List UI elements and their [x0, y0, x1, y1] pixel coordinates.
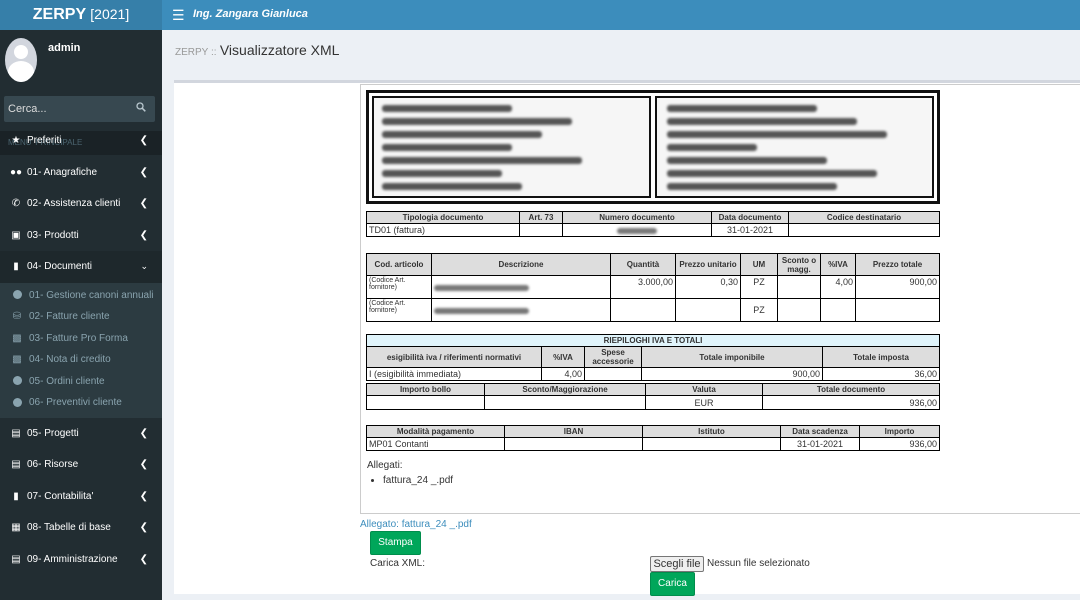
- basket-icon: ▩: [12, 332, 22, 344]
- sidebar-item-contabilita[interactable]: ▮ 07- Contabilita' ❮: [0, 481, 162, 513]
- car-icon: ⛁: [12, 311, 22, 322]
- stampa-button[interactable]: Stampa: [370, 531, 421, 555]
- file-text-icon: ▮: [13, 490, 19, 502]
- sidebar-subitem-canoni[interactable]: 01- Gestione canoni annuali: [0, 285, 162, 307]
- allegato-link[interactable]: Allegato: fattura_24 _.pdf: [360, 519, 472, 530]
- chevron-down-icon: ⌄: [140, 261, 148, 271]
- chevron-left-icon: ❮: [139, 166, 148, 178]
- top-navbar: ZERPY [2021] ☰ Ing. Zangara Gianluca: [0, 0, 1080, 30]
- chevron-left-icon: ❮: [139, 459, 148, 470]
- laptop-icon: ▣: [11, 229, 21, 241]
- th-numero: Numero documento: [562, 211, 712, 224]
- sidebar-subitem-ordini[interactable]: 05- Ordini cliente: [0, 371, 162, 393]
- search-input[interactable]: [4, 96, 132, 122]
- app-logo[interactable]: ZERPY [2021]: [0, 0, 162, 30]
- sidebar-search: [4, 96, 155, 122]
- sidebar-item-prodotti[interactable]: ▣ 03- Prodotti ❮: [0, 220, 162, 252]
- header-username[interactable]: Ing. Zangara Gianluca: [193, 8, 308, 20]
- page-brand: ZERPY ::: [175, 47, 217, 58]
- users-icon: ●●: [10, 166, 23, 178]
- sidebar-item-preferiti[interactable]: ★ Preferiti ❮: [0, 125, 162, 157]
- hdd-icon: ▤: [11, 459, 21, 470]
- allegati-label: Allegati:: [367, 460, 403, 471]
- th-art73: Art. 73: [519, 211, 563, 224]
- td-descrizione-redacted: [431, 275, 611, 299]
- circle-icon: [11, 371, 23, 393]
- chevron-left-icon: ❮: [139, 522, 148, 533]
- file-status: Nessun file selezionato: [707, 558, 810, 569]
- td-tipologia: TD01 (fattura): [366, 223, 520, 237]
- chevron-left-icon: ❮: [139, 229, 148, 241]
- avatar: [5, 38, 37, 82]
- chevron-left-icon: ❮: [139, 427, 148, 439]
- hdd-icon: ▤: [11, 553, 21, 565]
- sidebar-item-amministrazione[interactable]: ▤ 09- Amministrazione ❮: [0, 544, 162, 576]
- totals-table: Importo bollo Sconto/Maggiorazione Valut…: [366, 383, 940, 410]
- sidebar-item-progetti[interactable]: ▤ 05- Progetti ❮: [0, 418, 162, 450]
- sidebar-subitem-fatture[interactable]: ⛁ 02- Fatture cliente: [0, 306, 162, 328]
- table-row: (Codice Art. fornitore) 3.000,00 0,30 PZ…: [366, 275, 940, 299]
- chevron-left-icon: ❮: [139, 553, 148, 565]
- th-data: Data documento: [711, 211, 789, 224]
- td-numero-redacted: [562, 223, 712, 237]
- sidebar-item-tabelle[interactable]: ▦ 08- Tabelle di base ❮: [0, 512, 162, 544]
- td-data: 31-01-2021: [711, 223, 789, 237]
- line-items-table: Cod. articolo Descrizione Quantità Prezz…: [366, 253, 940, 322]
- circle-icon: [11, 392, 23, 414]
- sidebar-item-risorse[interactable]: ▤ 06- Risorse ❮: [0, 449, 162, 481]
- redacted-parties-header: [366, 90, 940, 204]
- phone-icon: ✆: [11, 198, 21, 209]
- sidebar-item-assistenza[interactable]: ✆ 02- Assistenza clienti ❮: [0, 188, 162, 220]
- menu-toggle-icon[interactable]: ☰: [172, 7, 185, 24]
- redacted-buyer-box: [655, 96, 934, 198]
- chevron-left-icon: ❮: [139, 135, 148, 146]
- allegati-section: Allegati: fattura_24 _.pdf: [367, 460, 453, 486]
- choose-file-button[interactable]: Scegli file: [650, 556, 704, 572]
- redacted-seller-box: [372, 96, 651, 198]
- page-title: Visualizzatore XML: [219, 42, 340, 58]
- circle-icon: [11, 285, 23, 307]
- th-codice: Codice destinatario: [788, 211, 940, 224]
- riepiloghi-title: RIEPILOGHI IVA E TOTALI: [366, 334, 940, 347]
- table-icon: ▦: [11, 522, 21, 533]
- industry-icon: ▤: [11, 427, 21, 439]
- chevron-left-icon: ❮: [139, 490, 148, 502]
- basket-icon: ▩: [12, 354, 22, 365]
- th-tipologia: Tipologia documento: [366, 211, 520, 224]
- page-header: ZERPY :: Visualizzatore XML: [175, 42, 339, 58]
- sidebar-item-anagrafiche[interactable]: ●● 01- Anagrafiche ❮: [0, 157, 162, 189]
- sidebar-subitem-proforma[interactable]: ▩ 03- Fatture Pro Forma: [0, 328, 162, 350]
- payment-table: Modalità pagamento IBAN Istituto Data sc…: [366, 425, 940, 451]
- carica-xml-label: Carica XML:: [370, 558, 426, 569]
- carica-button[interactable]: Carica: [650, 572, 695, 596]
- sidebar-menu: ★ Preferiti ❮ ●● 01- Anagrafiche ❮ ✆ 02-…: [0, 125, 162, 575]
- star-icon: ★: [11, 135, 21, 146]
- table-row: (Codice Art. fornitore) PZ: [366, 298, 940, 322]
- file-icon: ▮: [13, 261, 19, 272]
- chevron-left-icon: ❮: [139, 198, 148, 209]
- documenti-submenu: 01- Gestione canoni annuali ⛁ 02- Fatture…: [0, 282, 162, 418]
- td-descrizione-redacted: [431, 298, 611, 322]
- document-info-table: Tipologia documento Art. 73 Numero docum…: [366, 211, 940, 237]
- sidebar-subitem-nota-credito[interactable]: ▩ 04- Nota di credito: [0, 349, 162, 371]
- sidebar-username: admin: [48, 42, 81, 54]
- search-icon[interactable]: [136, 102, 146, 112]
- vat-summary-table: RIEPILOGHI IVA E TOTALI esigibilità iva …: [366, 334, 940, 381]
- allegato-item: fattura_24 _.pdf: [383, 475, 453, 486]
- sidebar-item-documenti[interactable]: ▮ 04- Documenti ⌄: [0, 251, 162, 283]
- sidebar-subitem-preventivi[interactable]: 06- Preventivi cliente: [0, 392, 162, 414]
